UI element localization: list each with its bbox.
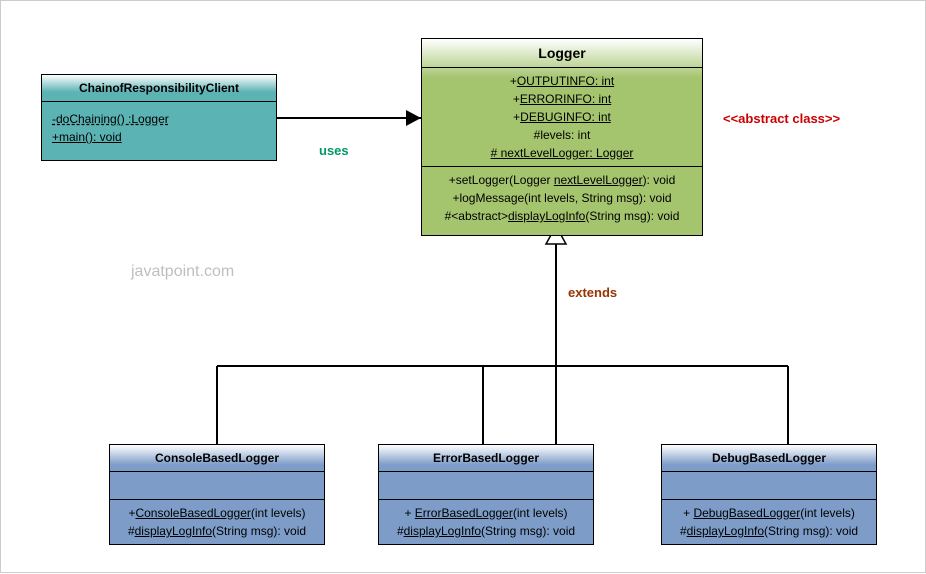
method-row: #displayLogInfo(String msg): void — [385, 522, 587, 540]
class-title: ErrorBasedLogger — [379, 445, 593, 472]
watermark: javatpoint.com — [131, 263, 234, 281]
method-row: + DebugBasedLogger(int levels) — [668, 504, 870, 522]
label-extends: extends — [568, 285, 617, 300]
class-chain-of-responsibility-client: ChainofResponsibilityClient -doChaining(… — [41, 74, 277, 161]
empty-section — [379, 472, 593, 500]
method-row: #<abstract>displayLogInfo(String msg): v… — [428, 207, 696, 225]
method-row: -doChaining() :Logger — [52, 110, 266, 128]
class-title: ChainofResponsibilityClient — [42, 75, 276, 102]
method-row: +logMessage(int levels, String msg): voi… — [428, 189, 696, 207]
attr-row: #levels: int — [428, 126, 696, 144]
class-title: Logger — [422, 39, 702, 68]
class-title: ConsoleBasedLogger — [110, 445, 324, 472]
label-uses: uses — [319, 143, 349, 158]
method-row: +main(): void — [52, 128, 266, 146]
method-row: +ConsoleBasedLogger(int levels) — [116, 504, 318, 522]
class-title: DebugBasedLogger — [662, 445, 876, 472]
class-debug-based-logger: DebugBasedLogger + DebugBasedLogger(int … — [661, 444, 877, 545]
empty-section — [110, 472, 324, 500]
label-abstract-class: <<abstract class>> — [723, 111, 840, 126]
class-error-based-logger: ErrorBasedLogger + ErrorBasedLogger(int … — [378, 444, 594, 545]
method-row: + ErrorBasedLogger(int levels) — [385, 504, 587, 522]
method-row: +setLogger(Logger nextLevelLogger): void — [428, 171, 696, 189]
attr-row: +DEBUGINFO: int — [428, 108, 696, 126]
method-row: #displayLogInfo(String msg): void — [116, 522, 318, 540]
attr-row: +OUTPUTINFO: int — [428, 72, 696, 90]
method-row: #displayLogInfo(String msg): void — [668, 522, 870, 540]
class-logger: Logger +OUTPUTINFO: int +ERRORINFO: int … — [421, 38, 703, 236]
attr-row: # nextLevelLogger: Logger — [428, 144, 696, 162]
class-console-based-logger: ConsoleBasedLogger +ConsoleBasedLogger(i… — [109, 444, 325, 545]
empty-section — [662, 472, 876, 500]
attr-row: +ERRORINFO: int — [428, 90, 696, 108]
